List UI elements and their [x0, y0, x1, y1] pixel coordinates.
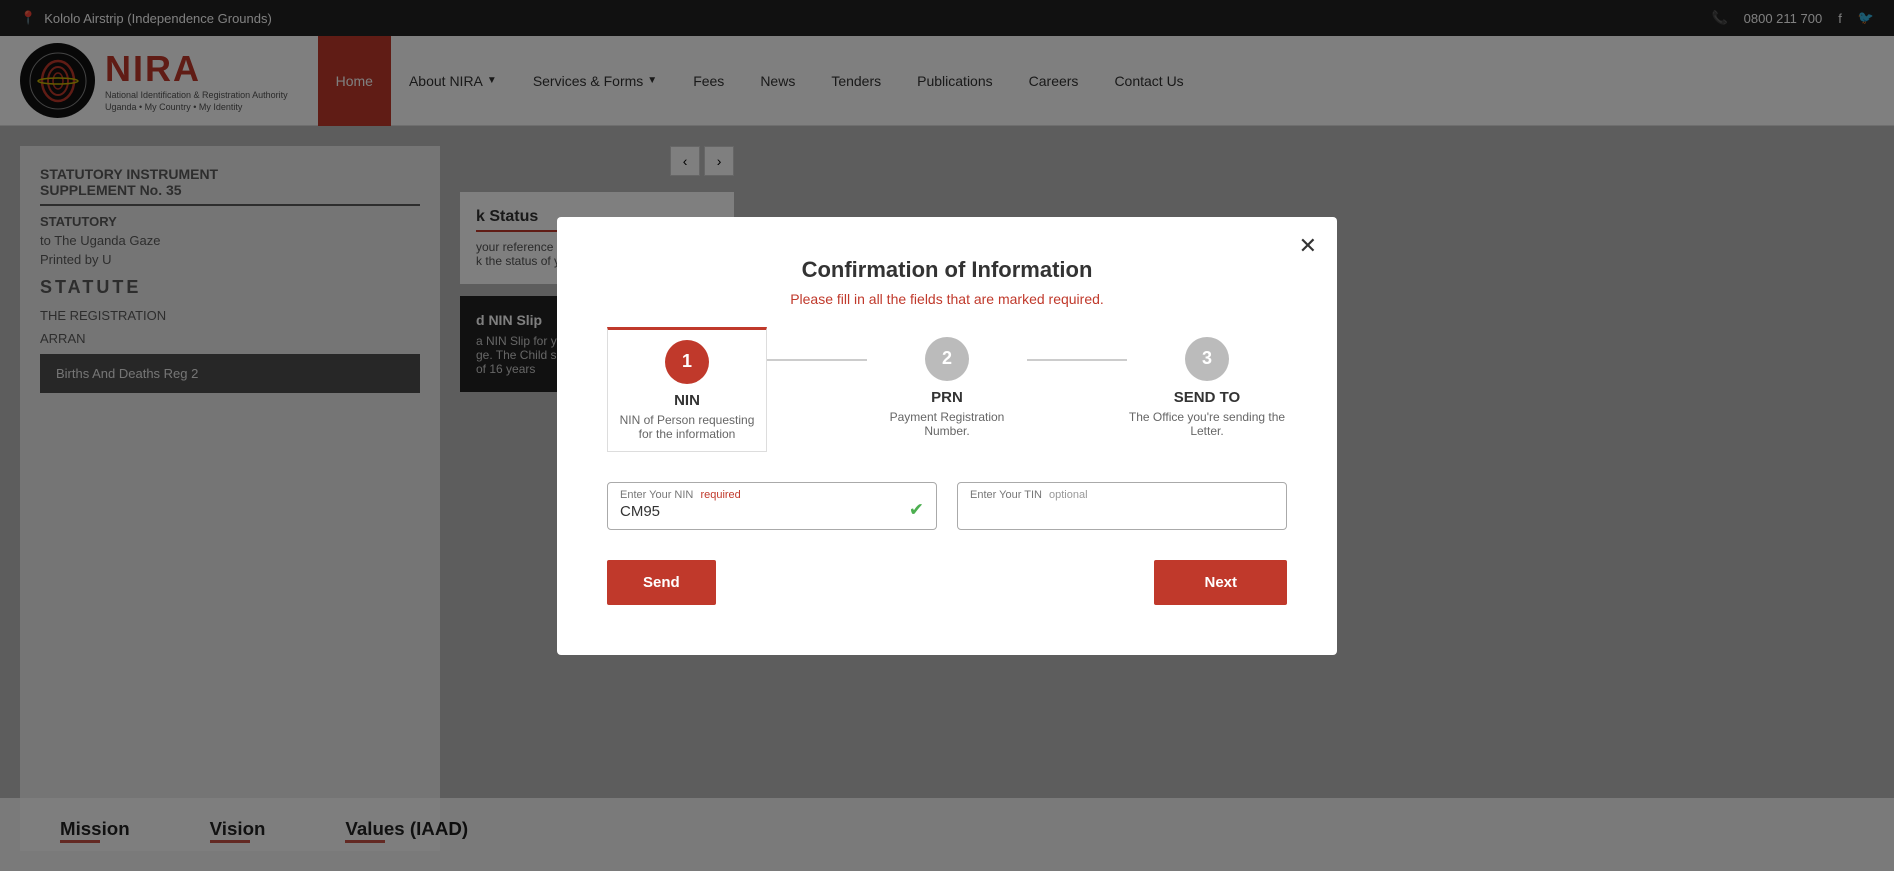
send-button[interactable]: Send: [607, 560, 716, 605]
modal-close-button[interactable]: ✕: [1299, 233, 1317, 259]
step-3-circle: 3: [1185, 337, 1229, 381]
tin-optional-badge: optional: [1049, 489, 1088, 501]
tin-field-wrap: Enter Your TIN optional: [957, 482, 1287, 530]
step-connector-2: [1027, 359, 1127, 361]
next-button[interactable]: Next: [1154, 560, 1287, 605]
step-connector-1: [767, 359, 867, 361]
nin-field-wrap: Enter Your NIN required ✔: [607, 482, 937, 530]
step-2-desc: Payment Registration Number.: [867, 410, 1027, 438]
modal-subtitle: Please fill in all the fields that are m…: [607, 291, 1287, 307]
modal-actions: Send Next: [607, 560, 1287, 605]
step-3-desc: The Office you're sending the Letter.: [1127, 410, 1287, 438]
modal: ✕ Confirmation of Information Please fil…: [557, 217, 1337, 655]
step-3: 3 SEND TO The Office you're sending the …: [1127, 337, 1287, 438]
step-1-circle: 1: [665, 340, 709, 384]
step-2-circle: 2: [925, 337, 969, 381]
step-1-label: NIN: [674, 392, 700, 409]
step-3-label: SEND TO: [1174, 389, 1240, 406]
nin-label: Enter Your NIN required: [620, 489, 924, 501]
tin-label: Enter Your TIN optional: [970, 489, 1274, 501]
nin-input[interactable]: [620, 503, 680, 520]
steps-container: 1 NIN NIN of Person requesting for the i…: [607, 337, 1287, 452]
nin-required-badge: required: [700, 489, 740, 501]
tin-input[interactable]: [970, 503, 1244, 520]
form-row: Enter Your NIN required ✔ Enter Your TIN…: [607, 482, 1287, 530]
step-1-desc: NIN of Person requesting for the informa…: [618, 413, 756, 441]
step-1: 1 NIN NIN of Person requesting for the i…: [607, 327, 767, 452]
step-2-label: PRN: [931, 389, 963, 406]
modal-title: Confirmation of Information: [607, 257, 1287, 283]
step-2: 2 PRN Payment Registration Number.: [867, 337, 1027, 438]
modal-overlay: ✕ Confirmation of Information Please fil…: [0, 0, 1894, 871]
check-icon: ✔: [909, 499, 924, 520]
